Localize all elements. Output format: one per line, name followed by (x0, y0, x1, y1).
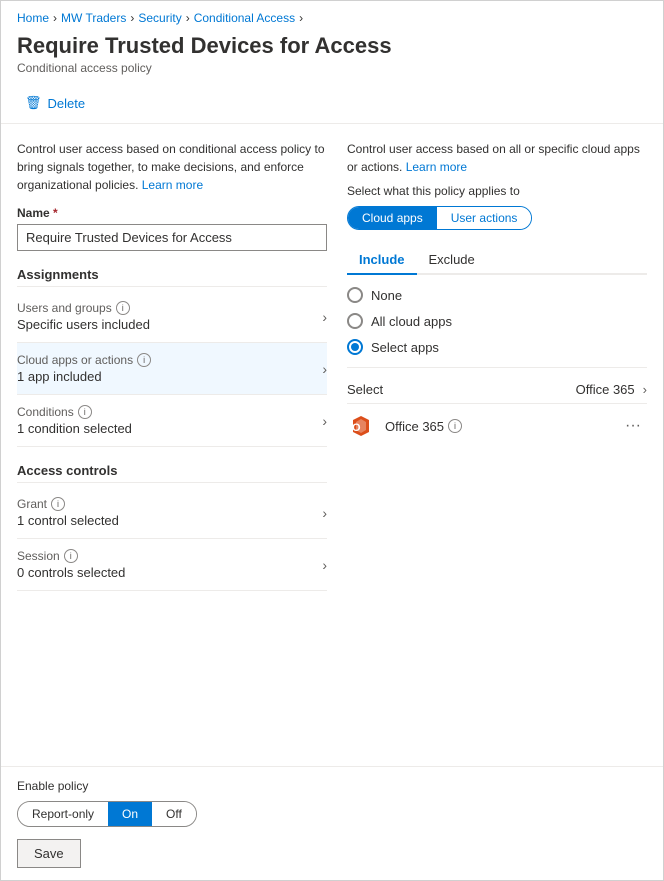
footer: Enable policy Report-only On Off Save (1, 766, 663, 880)
breadcrumb-chevron-2: › (130, 11, 134, 25)
left-learn-more[interactable]: Learn more (142, 178, 203, 192)
right-panel: Control user access based on all or spec… (347, 140, 647, 750)
policy-applies-label: Select what this policy applies to (347, 184, 647, 198)
radio-select-label: Select apps (371, 340, 439, 355)
policy-name-input[interactable] (17, 224, 327, 251)
session-item[interactable]: Session i 0 controls selected › (17, 539, 327, 591)
breadcrumb-conditional-access[interactable]: Conditional Access (194, 11, 295, 25)
right-learn-more[interactable]: Learn more (406, 160, 467, 174)
include-exclude-tabs: Include Exclude (347, 246, 647, 275)
grant-value: 1 control selected (17, 513, 119, 528)
app-name: Office 365 i (385, 419, 609, 434)
users-groups-chevron: › (322, 309, 327, 325)
svg-text:O: O (352, 422, 361, 434)
breadcrumb: Home › MW Traders › Security › Condition… (1, 1, 663, 29)
radio-all-label: All cloud apps (371, 314, 452, 329)
user-actions-toggle-option[interactable]: User actions (437, 207, 532, 229)
page-subtitle: Conditional access policy (1, 59, 663, 83)
radio-none-label: None (371, 288, 402, 303)
left-panel: Control user access based on conditional… (17, 140, 327, 750)
users-groups-info-icon: i (116, 301, 130, 315)
tab-include[interactable]: Include (347, 246, 417, 275)
conditions-title: Conditions (17, 405, 74, 419)
right-description: Control user access based on all or spec… (347, 140, 647, 176)
radio-none-circle (347, 287, 363, 303)
select-value: Office 365 (576, 382, 635, 397)
conditions-item[interactable]: Conditions i 1 condition selected › (17, 395, 327, 447)
office365-app-icon: O (347, 412, 375, 440)
toolbar: 🗑 Delete (1, 83, 663, 124)
policy-toggle: Report-only On Off (17, 801, 197, 827)
breadcrumb-mwtraders[interactable]: MW Traders (61, 11, 126, 25)
cloud-apps-info-icon: i (137, 353, 151, 367)
select-chevron: › (643, 382, 647, 397)
cloud-apps-chevron: › (322, 361, 327, 377)
save-button[interactable]: Save (17, 839, 81, 868)
grant-item[interactable]: Grant i 1 control selected › (17, 487, 327, 539)
cloud-apps-value: 1 app included (17, 369, 151, 384)
grant-chevron: › (322, 505, 327, 521)
toggle-report-only[interactable]: Report-only (18, 802, 108, 826)
toggle-on[interactable]: On (108, 802, 152, 826)
name-label: Name * (17, 206, 327, 220)
users-groups-item[interactable]: Users and groups i Specific users includ… (17, 291, 327, 343)
page-container: Home › MW Traders › Security › Condition… (0, 0, 664, 881)
users-groups-value: Specific users included (17, 317, 150, 332)
cloud-apps-toggle-option[interactable]: Cloud apps (348, 207, 437, 229)
breadcrumb-security[interactable]: Security (138, 11, 181, 25)
session-chevron: › (322, 557, 327, 573)
select-label: Select (347, 382, 383, 397)
assignments-title: Assignments (17, 267, 327, 287)
app-ellipsis-button[interactable]: ··· (619, 415, 647, 437)
breadcrumb-chevron-1: › (53, 11, 57, 25)
delete-icon: 🗑 (25, 95, 42, 111)
grant-info-icon: i (51, 497, 65, 511)
app-row: O Office 365 i ··· (347, 404, 647, 448)
left-description: Control user access based on conditional… (17, 140, 327, 194)
main-content: Control user access based on conditional… (1, 124, 663, 766)
delete-label: Delete (48, 96, 86, 111)
select-row[interactable]: Select Office 365 › (347, 376, 647, 404)
enable-policy-label: Enable policy (17, 779, 647, 793)
applies-to-toggle: Cloud apps User actions (347, 206, 532, 230)
app-info-icon: i (448, 419, 462, 433)
toggle-off[interactable]: Off (152, 802, 196, 826)
session-info-icon: i (64, 549, 78, 563)
delete-button[interactable]: 🗑 Delete (17, 91, 93, 115)
breadcrumb-home[interactable]: Home (17, 11, 49, 25)
page-title: Require Trusted Devices for Access (1, 29, 663, 59)
divider-1 (347, 367, 647, 368)
required-mark: * (50, 206, 58, 220)
cloud-apps-item[interactable]: Cloud apps or actions i 1 app included › (17, 343, 327, 395)
session-value: 0 controls selected (17, 565, 125, 580)
tab-exclude[interactable]: Exclude (417, 246, 487, 275)
radio-all-cloud-apps[interactable]: All cloud apps (347, 313, 647, 329)
radio-none[interactable]: None (347, 287, 647, 303)
session-title: Session (17, 549, 60, 563)
conditions-chevron: › (322, 413, 327, 429)
access-controls-title: Access controls (17, 463, 327, 483)
users-groups-title: Users and groups (17, 301, 112, 315)
radio-all-circle (347, 313, 363, 329)
grant-title: Grant (17, 497, 47, 511)
breadcrumb-chevron-4: › (299, 11, 303, 25)
radio-select-dot (351, 343, 359, 351)
cloud-apps-title: Cloud apps or actions (17, 353, 133, 367)
radio-group: None All cloud apps Select apps (347, 287, 647, 355)
conditions-info-icon: i (78, 405, 92, 419)
conditions-value: 1 condition selected (17, 421, 132, 436)
radio-select-circle (347, 339, 363, 355)
breadcrumb-chevron-3: › (186, 11, 190, 25)
radio-select-apps[interactable]: Select apps (347, 339, 647, 355)
